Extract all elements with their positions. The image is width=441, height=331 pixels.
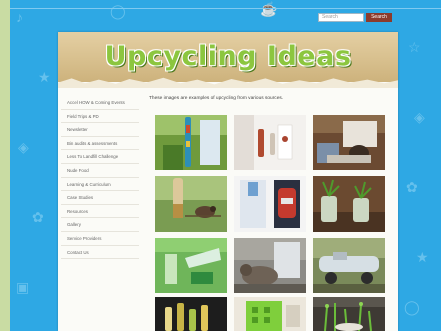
image-gallery: [58, 32, 398, 331]
bottle-doodle-icon: ★: [416, 249, 429, 265]
bulb-doodle-icon: ✿: [406, 179, 418, 195]
box-doodle-icon: ▣: [16, 279, 30, 295]
tire-doodle-icon: ◯: [110, 3, 126, 19]
leaf-doodle-icon: ✿: [32, 209, 44, 225]
recycled-bottle-craft-photo[interactable]: [234, 176, 306, 232]
bottle-birdfeeder-photo[interactable]: [155, 176, 227, 232]
search-input[interactable]: Search: [318, 13, 364, 22]
can-doodle-icon: ◈: [18, 139, 29, 155]
bottle-wall-hook-photo[interactable]: [234, 115, 306, 170]
left-edge-strip: [0, 0, 10, 331]
bottle-doodle-icon: ★: [38, 69, 51, 85]
bottle-planter-photo[interactable]: [313, 176, 385, 232]
can-doodle-icon: ◯: [404, 299, 420, 315]
bag-doodle-icon: ♪: [16, 9, 23, 25]
jar-doodle-icon: ◈: [414, 109, 425, 125]
hanging-bottle-feeder-photo[interactable]: [155, 115, 227, 170]
green-crate-photo[interactable]: [234, 297, 306, 331]
bottle-bird-photo[interactable]: [313, 115, 385, 170]
bottle-garden-tool-photo[interactable]: [155, 238, 227, 293]
bottle-display-photo[interactable]: [155, 297, 227, 331]
cat-feeder-photo[interactable]: [234, 238, 306, 293]
cup-doodle-icon: ☕: [260, 1, 278, 17]
top-bar-divider: [10, 8, 441, 9]
shoe-doodle-icon: ☆: [408, 39, 421, 55]
search-button[interactable]: Search: [366, 13, 392, 22]
bottle-seedlings-photo[interactable]: [313, 297, 385, 331]
bottle-toy-car-photo[interactable]: [313, 238, 385, 293]
page-container: Upcycling Ideas Accel HOW & Coming Event…: [58, 32, 398, 331]
